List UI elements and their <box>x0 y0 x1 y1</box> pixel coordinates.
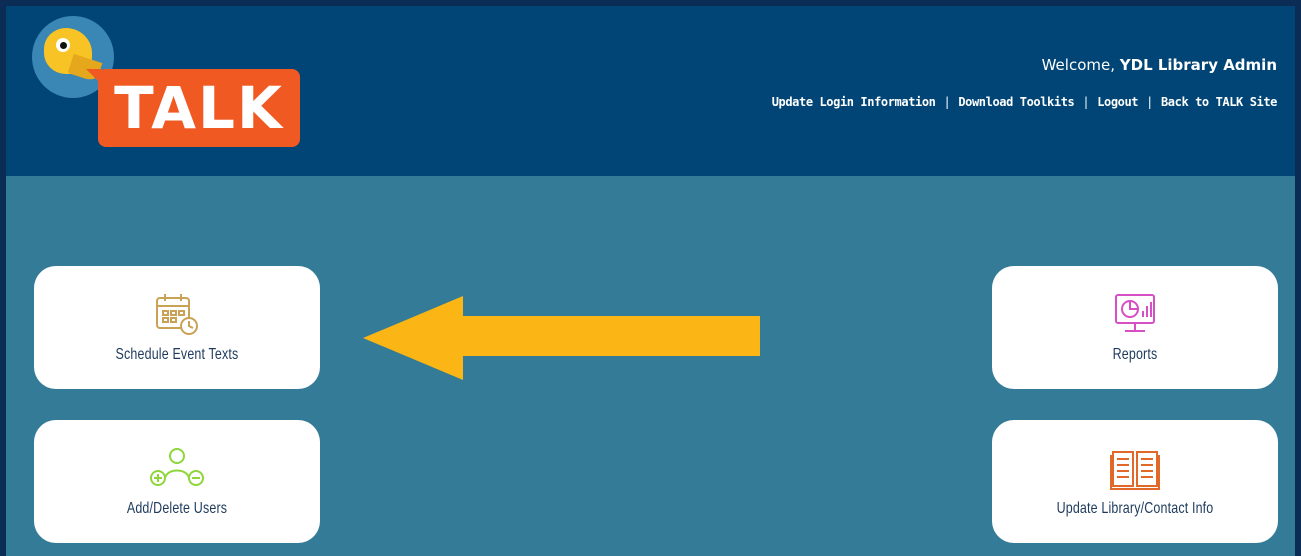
link-separator: | <box>943 95 951 109</box>
parrot-pupil-icon <box>60 42 67 49</box>
schedule-event-texts-label: Schedule Event Texts <box>115 346 239 363</box>
update-library-contact-label: Update Library/Contact Info <box>1056 500 1214 517</box>
add-remove-users-icon <box>34 444 320 490</box>
update-login-link[interactable]: Update Login Information <box>772 95 936 109</box>
reports-card[interactable]: Reports <box>992 266 1278 389</box>
welcome-message: Welcome, YDL Library Admin <box>1042 56 1277 74</box>
link-separator: | <box>1146 95 1153 109</box>
pointer-arrow-icon <box>363 296 760 380</box>
link-separator: | <box>1082 95 1090 109</box>
page-frame: TALK Welcome, YDL Library Admin Update L… <box>6 6 1295 556</box>
header: TALK Welcome, YDL Library Admin Update L… <box>6 6 1295 176</box>
reports-label: Reports <box>1112 346 1158 363</box>
logo-text: TALK <box>98 69 300 147</box>
monitor-chart-icon <box>992 290 1278 336</box>
logout-link[interactable]: Logout <box>1097 95 1138 109</box>
add-delete-users-label: Add/Delete Users <box>126 500 228 517</box>
schedule-event-texts-card[interactable]: Schedule Event Texts <box>34 266 320 389</box>
open-book-icon <box>992 444 1278 490</box>
talk-logo[interactable]: TALK <box>32 16 302 147</box>
back-to-talk-link[interactable]: Back to TALK Site <box>1161 95 1277 109</box>
user-name: YDL Library Admin <box>1119 56 1277 74</box>
add-delete-users-card[interactable]: Add/Delete Users <box>34 420 320 543</box>
update-library-contact-card[interactable]: Update Library/Contact Info <box>992 420 1278 543</box>
download-toolkits-link[interactable]: Download Toolkits <box>958 95 1074 109</box>
welcome-prefix: Welcome, <box>1041 56 1120 74</box>
calendar-clock-icon <box>34 290 320 336</box>
account-links: Update Login Information | Download Toolki… <box>772 95 1278 109</box>
